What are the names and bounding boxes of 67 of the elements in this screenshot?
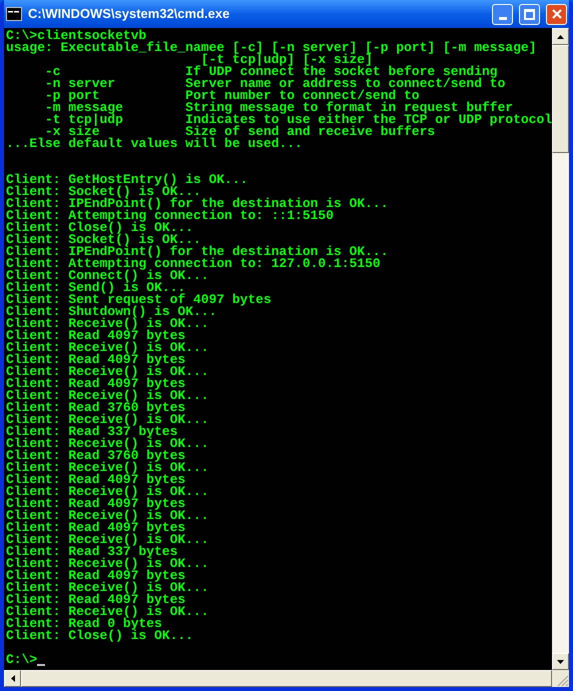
scroll-left-button[interactable] [4, 670, 21, 687]
console-line: Client: Socket() is OK... [6, 234, 202, 246]
console-line: Client: Receive() is OK... [6, 342, 210, 354]
console-line: -m message String message to format in request buffer [44, 102, 514, 114]
scroll-down-button[interactable] [552, 653, 569, 670]
close-icon [552, 9, 562, 19]
command-prompt: C:\> [6, 654, 38, 666]
console-line: -n server Server name or address to connect/send to [44, 78, 506, 90]
scrollbar-thumb[interactable] [552, 45, 569, 153]
console-line: Client: Receive() is OK... [6, 534, 210, 546]
console-line: Client: Close() is OK... [6, 222, 194, 234]
console-line: Client: Receive() is OK... [6, 414, 210, 426]
console-line: Client: Read 337 bytes [6, 426, 178, 438]
console-line: Client: Read 4097 bytes [6, 378, 186, 390]
minimize-button[interactable] [492, 4, 513, 24]
console-line: -c If UDP connect the socket before sending [44, 66, 498, 78]
console-line: Client: Receive() is OK... [6, 366, 210, 378]
console-line: Client: Shutdown() is OK... [6, 306, 218, 318]
maximize-icon [524, 8, 535, 20]
console-line: C:\>clientsocketvb [6, 30, 146, 42]
console-line: Client: GetHostEntry() is OK... [6, 174, 249, 186]
console-line: Client: Read 0 bytes [6, 618, 162, 630]
console-line: Client: Connect() is OK... [6, 270, 210, 282]
console-line: Client: Read 4097 bytes [6, 594, 186, 606]
maximize-button[interactable] [519, 4, 540, 24]
console-line: Client: Read 4097 bytes [6, 474, 186, 486]
console-line: Client: Read 3760 bytes [6, 402, 186, 414]
console-line: -t tcp|udp Indicates to use either the TCP or UDP protocol [44, 114, 552, 126]
text-cursor [37, 664, 46, 666]
minimize-icon [498, 16, 506, 20]
console-line: Client: Attempting connection to: ::1:5150 [6, 210, 335, 222]
console-line: Client: Receive() is OK... [6, 558, 210, 570]
console-line: [-t tcp|udp] [-x size] [201, 54, 373, 66]
console-line: Client: Read 4097 bytes [6, 330, 186, 342]
console-icon [6, 7, 22, 21]
left-arrow-icon [10, 675, 14, 682]
console-line: -p port Port number to connect/send to [44, 90, 420, 102]
console-line: Client: Attempting connection to: 127.0.0.1:5150 [6, 258, 382, 270]
vertical-scrollbar[interactable] [552, 28, 569, 670]
console-line: Client: Socket() is OK... [6, 186, 202, 198]
console-line: Client: IPEndPoint() for the destination is OK... [6, 198, 390, 210]
console-line: ...Else default values will be used... [6, 138, 304, 150]
console-line: Client: Sent request of 4097 bytes [6, 294, 272, 306]
console-line: Client: Receive() is OK... [6, 462, 210, 474]
console-line: Client: Read 3760 bytes [6, 450, 186, 462]
console-line: Client: Receive() is OK... [6, 438, 210, 450]
console-line: Client: Close() is OK... [6, 630, 194, 642]
console-line: Client: Read 4097 bytes [6, 498, 186, 510]
console-line: Client: Send() is OK... [6, 282, 186, 294]
window-title: C:\WINDOWS\system32\cmd.exe [28, 5, 231, 24]
console-line: Client: Receive() is OK... [6, 486, 210, 498]
scroll-up-button[interactable] [552, 28, 569, 45]
console-line: Client: Receive() is OK... [6, 606, 210, 618]
console-line: Client: Receive() is OK... [6, 582, 210, 594]
console-line: Client: Read 4097 bytes [6, 354, 186, 366]
console-line: Client: Read 4097 bytes [6, 522, 186, 534]
up-arrow-icon [557, 34, 564, 38]
console-line: Client: Receive() is OK... [6, 510, 210, 522]
console-line: Client: Read 4097 bytes [6, 570, 186, 582]
console-line: -x size Size of send and receive buffers [45, 126, 436, 138]
close-button[interactable] [546, 4, 567, 24]
console-line: Client: Receive() is OK... [6, 318, 210, 330]
console-line: usage: Executable_file_namee [-c] [-n server] [-p port] [-m message] [6, 42, 538, 54]
down-arrow-icon [557, 660, 564, 664]
console-line: Client: Receive() is OK... [6, 390, 210, 402]
console-line: Client: Read 337 bytes [6, 546, 178, 558]
console-line: Client: IPEndPoint() for the destination is OK... [6, 246, 390, 258]
